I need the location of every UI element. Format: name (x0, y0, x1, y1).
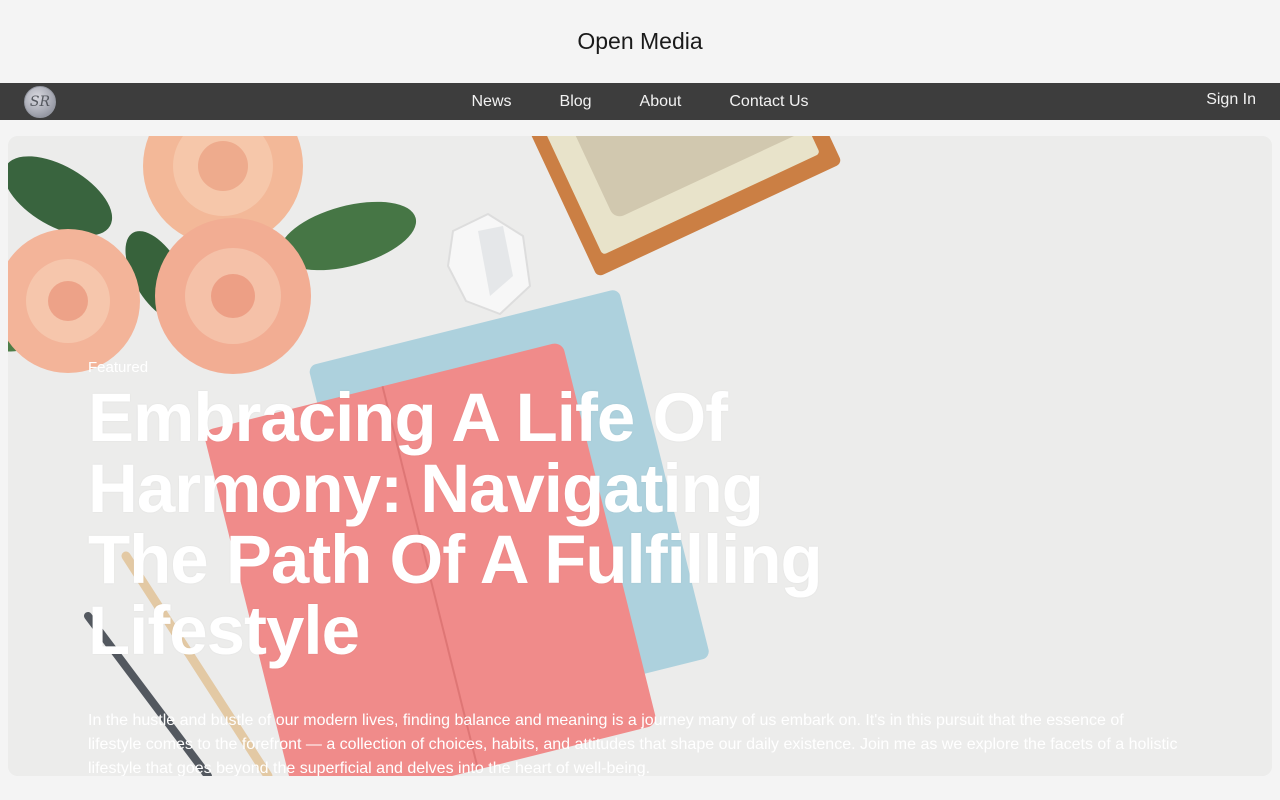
featured-label: Featured (88, 359, 149, 376)
nav-links: News Blog About Contact Us (472, 93, 809, 111)
sign-in-link[interactable]: Sign In (1206, 91, 1256, 109)
logo-icon[interactable]: SR (24, 86, 56, 118)
nav-link-blog[interactable]: Blog (560, 93, 592, 111)
site-title: Open Media (577, 28, 703, 54)
featured-hero[interactable]: Featured Embracing A Life Of Harmony: Na… (8, 136, 1272, 776)
site-header: Open Media (0, 0, 1280, 83)
navbar: SR News Blog About Contact Us Sign In (0, 83, 1280, 120)
nav-link-contact[interactable]: Contact Us (729, 93, 808, 111)
nav-link-news[interactable]: News (472, 93, 512, 111)
hero-excerpt: In the hustle and bustle of our modern l… (88, 712, 1178, 776)
nav-link-about[interactable]: About (640, 93, 682, 111)
hero-title[interactable]: Embracing A Life Of Harmony: Navigating … (88, 382, 878, 666)
hero-content: Featured Embracing A Life Of Harmony: Na… (88, 359, 1188, 666)
